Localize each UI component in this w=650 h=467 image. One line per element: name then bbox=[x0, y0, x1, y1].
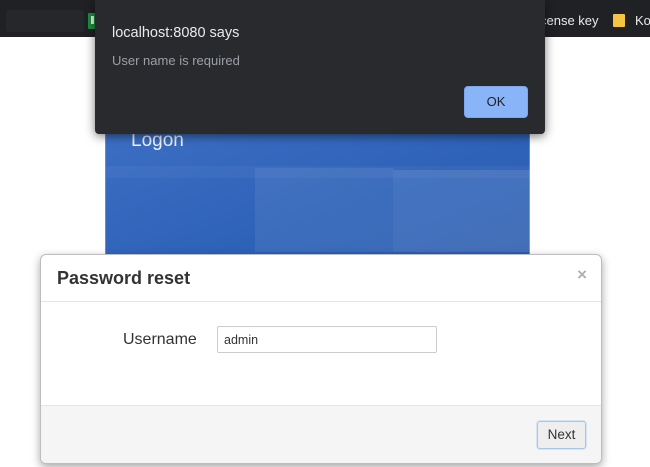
password-reset-modal: Password reset × Username Next bbox=[40, 254, 602, 464]
close-icon[interactable]: × bbox=[577, 265, 587, 285]
next-button[interactable]: Next bbox=[537, 421, 586, 449]
modal-footer: Next bbox=[41, 405, 601, 463]
ok-button[interactable]: OK bbox=[464, 86, 528, 118]
username-input[interactable] bbox=[217, 326, 437, 353]
bookmark-redacted[interactable] bbox=[6, 10, 84, 32]
alert-dialog: localhost:8080 says User name is require… bbox=[95, 0, 545, 134]
page: cense key Ko Logon Password reset × User… bbox=[0, 0, 650, 467]
logon-tile bbox=[255, 168, 393, 252]
modal-header: Password reset × bbox=[41, 255, 601, 302]
bookmark-folder[interactable]: Ko bbox=[635, 12, 650, 30]
logon-tile bbox=[393, 170, 531, 252]
username-label: Username bbox=[123, 331, 197, 348]
modal-title: Password reset bbox=[57, 268, 191, 288]
alert-message: User name is required bbox=[112, 53, 240, 68]
bookmark-license-key[interactable]: cense key bbox=[540, 12, 599, 30]
alert-title: localhost:8080 says bbox=[112, 25, 240, 41]
folder-icon[interactable] bbox=[613, 14, 625, 27]
